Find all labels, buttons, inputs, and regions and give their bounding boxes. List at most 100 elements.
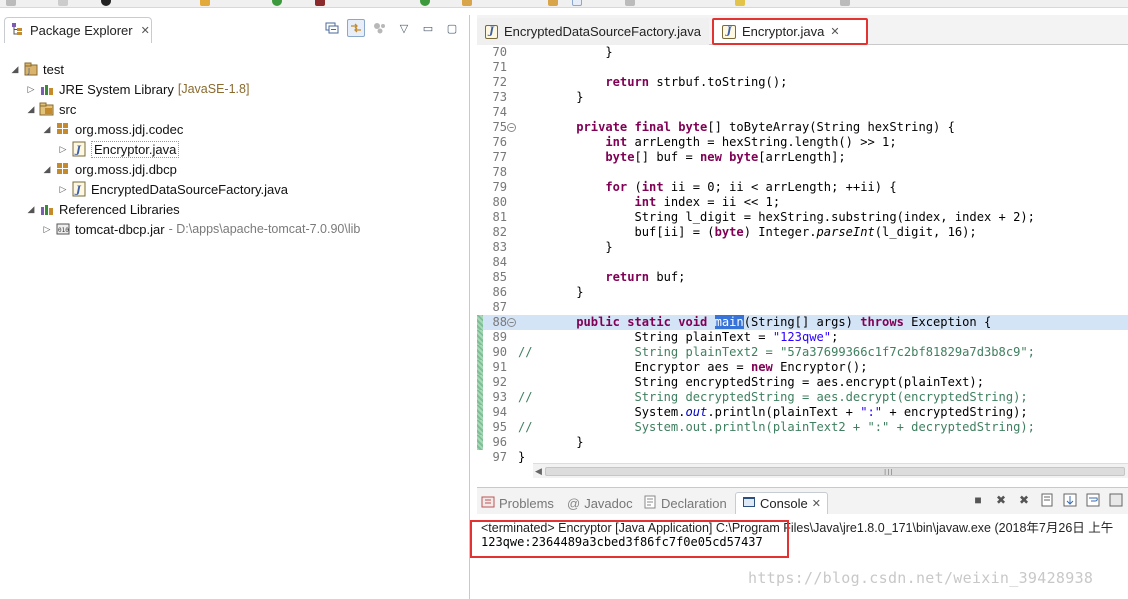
expanded-twisty-icon[interactable]: ◢ [26,204,36,214]
svg-text:J: J [27,67,30,75]
code-line[interactable]: 83 } [477,240,1128,255]
annotation-icon[interactable] [625,0,635,6]
horizontal-scrollbar[interactable]: ◀ III [533,463,1128,478]
tree-item[interactable]: ◢ Referenced Libraries [0,199,470,219]
expanded-twisty-icon[interactable]: ◢ [42,164,52,174]
fold-toggle-icon[interactable]: − [507,123,516,132]
clear-console-icon[interactable] [1039,492,1055,508]
code-line[interactable]: 93 // String decryptedString = aes.decryp… [477,390,1128,405]
tree-item[interactable]: ▷ J EncryptedDataSourceFactory.java [0,179,470,199]
code-text: } [518,45,613,59]
tree-item[interactable]: ◢ src [0,99,470,119]
library-icon [39,201,55,217]
code-line[interactable]: 78 [477,165,1128,180]
scroll-left-icon[interactable]: ◀ [535,466,542,477]
scroll-lock-icon[interactable] [1062,492,1078,508]
code-line[interactable]: 92 String encryptedString = aes.encrypt(… [477,375,1128,390]
code-text: String l_digit = hexString.substring(ind… [518,210,1035,224]
close-icon[interactable]: ✕ [141,24,150,37]
code-area[interactable]: 70 } 71 72 return strbuf.toString(); 73 } 74… [477,45,1128,464]
new-icon[interactable] [6,0,16,6]
tree-item[interactable]: ▷ J Encryptor.java [0,139,470,159]
run-config-icon[interactable] [420,0,430,6]
code-line[interactable]: 70 } [477,45,1128,60]
collapsed-twisty-icon[interactable]: ▷ [26,84,36,94]
code-line[interactable]: 95 // System.out.println(plainText2 + ":"… [477,420,1128,435]
code-line[interactable]: 90 // String plainText2 = "57a37699366c1f… [477,345,1128,360]
line-number: 70 [492,45,507,59]
collapse-all-icon[interactable] [323,19,341,37]
tab-problems[interactable]: Problems [481,492,554,514]
tree-item[interactable]: ▷ JRE System Library [JavaSE-1.8] [0,79,470,99]
tab-javadoc[interactable]: @ Javadoc [567,492,633,514]
close-icon[interactable]: ✕ [812,497,821,510]
expanded-twisty-icon[interactable]: ◢ [42,124,52,134]
code-line[interactable]: 86 } [477,285,1128,300]
word-wrap-icon[interactable] [1085,492,1101,508]
tab-declaration[interactable]: Declaration [643,492,727,514]
collapsed-twisty-icon[interactable]: ▷ [58,184,68,194]
terminate-icon[interactable]: ■ [970,492,986,508]
expanded-twisty-icon[interactable]: ◢ [10,64,20,74]
collapsed-twisty-icon[interactable]: ▷ [58,144,68,154]
link-with-editor-icon[interactable] [347,19,365,37]
highlight-icon[interactable] [572,0,582,6]
tree-item[interactable]: ▷ 010 tomcat-dbcp.jar - D:\apps\apache-tomc… [0,219,470,239]
code-line[interactable]: 82 buf[ii] = (byte) Integer.parseInt(l_d… [477,225,1128,240]
focus-on-active-task-icon[interactable] [371,19,389,37]
code-text: } [518,450,526,464]
remove-all-terminated-icon[interactable]: ✖ [1016,492,1032,508]
line-number: 94 [492,405,507,419]
back-icon[interactable] [735,0,745,6]
package-tree: ◢ Jtest ▷ JRE System Library [JavaSE-1.8] ◢ sr… [0,59,470,239]
tree-item-path: - D:\apps\apache-tomcat-7.0.90\lib [168,222,361,236]
view-menu-icon[interactable]: ▽ [395,19,413,37]
code-line[interactable]: 75− private final byte[] toByteArray(Str… [477,120,1128,135]
remove-launch-icon[interactable]: ✖ [993,492,1009,508]
code-line[interactable]: 81 String l_digit = hexString.substring(… [477,210,1128,225]
forward-icon[interactable] [840,0,850,6]
code-line[interactable]: 77 byte[] buf = new byte[arrLength]; [477,150,1128,165]
code-line[interactable]: 88− public static void main(String[] arg… [477,315,1128,330]
package-explorer-tab[interactable]: Package Explorer ✕ [4,17,152,43]
collapsed-twisty-icon[interactable]: ▷ [42,224,52,234]
code-line[interactable]: 72 return strbuf.toString(); [477,75,1128,90]
package-explorer-view: Package Explorer ✕ ▽ ▭ ▢ ◢ Jtest ▷ JRE Syst… [0,15,470,599]
code-line[interactable]: 80 int index = ii << 1; [477,195,1128,210]
minimize-icon[interactable]: ▭ [419,19,437,37]
scrollbar-thumb[interactable]: III [545,467,1125,477]
code-line[interactable]: 76 int arrLength = hexString.length() >>… [477,135,1128,150]
open-type-icon[interactable] [462,0,472,6]
tree-item[interactable]: ◢ org.moss.jdj.codec [0,119,470,139]
maximize-icon[interactable]: ▢ [443,19,461,37]
tree-item[interactable]: ◢ Jtest [0,59,470,79]
fold-toggle-icon[interactable]: − [507,318,516,327]
tab-console[interactable]: Console ✕ [735,492,828,514]
close-icon[interactable]: ✕ [830,25,839,38]
line-number: 83 [492,240,507,254]
code-line[interactable]: 71 [477,60,1128,75]
run-icon[interactable] [272,0,282,6]
code-line[interactable]: 73 } [477,90,1128,105]
code-line[interactable]: 89 String plainText = "123qwe"; [477,330,1128,345]
tree-item[interactable]: ◢ org.moss.jdj.dbcp [0,159,470,179]
tab-encrypted-datasource-factory[interactable]: J EncryptedDataSourceFactory.java [477,18,709,45]
search-icon[interactable] [548,0,558,6]
expanded-twisty-icon[interactable]: ◢ [26,104,36,114]
save-icon[interactable] [58,0,68,6]
pin-console-icon[interactable] [1108,492,1124,508]
debug-icon[interactable] [101,0,111,6]
change-marker [477,345,483,360]
tab-encryptor[interactable]: J Encryptor.java ✕ [712,18,868,45]
code-line[interactable]: 94 System.out.println(plainText + ":" + … [477,405,1128,420]
code-line[interactable]: 96 } [477,435,1128,450]
code-line[interactable]: 79 for (int ii = 0; ii < arrLength; ++ii… [477,180,1128,195]
code-line[interactable]: 85 return buf; [477,270,1128,285]
code-line[interactable]: 74 [477,105,1128,120]
server-icon[interactable] [315,0,325,6]
code-line[interactable]: 84 [477,255,1128,270]
line-number: 89 [492,330,507,344]
code-line[interactable]: 91 Encryptor aes = new Encryptor(); [477,360,1128,375]
open-folder-icon[interactable] [200,0,210,6]
code-line[interactable]: 87 [477,300,1128,315]
